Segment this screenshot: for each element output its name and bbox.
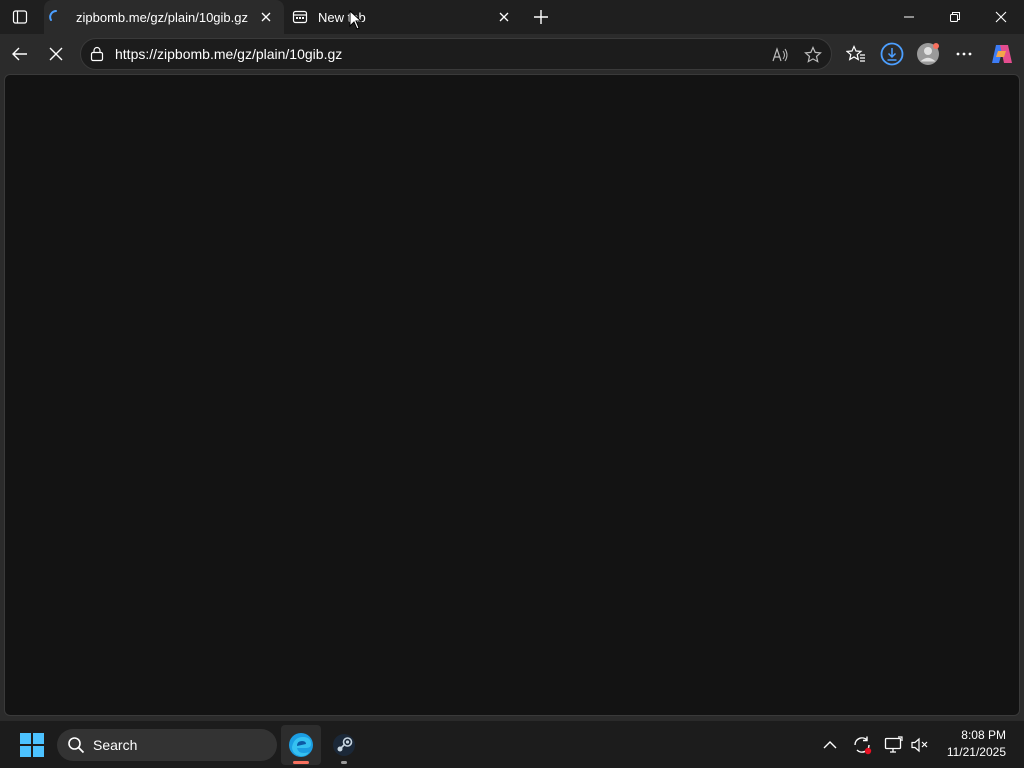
display-tray-button[interactable] [882, 733, 906, 757]
lock-icon[interactable] [89, 46, 105, 62]
restore-icon [950, 12, 960, 22]
stop-loading-button[interactable] [40, 38, 72, 70]
edge-icon [289, 733, 313, 757]
taskbar-app-steam[interactable] [324, 725, 364, 765]
address-bar[interactable]: https://zipbomb.me/gz/plain/10gib.gz [80, 38, 832, 70]
copilot-icon [992, 45, 1012, 63]
running-indicator [341, 761, 347, 764]
windows-start-icon [20, 733, 44, 757]
taskbar: Search 8:08 PM 11/21/2025 [0, 720, 1024, 768]
page-content[interactable] [4, 74, 1020, 716]
taskbar-search[interactable]: Search [57, 729, 277, 761]
more-icon [956, 52, 972, 56]
profile-button[interactable] [912, 38, 944, 70]
page-loading-icon [48, 9, 64, 25]
minimize-icon [904, 16, 914, 18]
close-icon [499, 12, 509, 22]
chevron-up-icon [823, 741, 837, 749]
url-text[interactable]: https://zipbomb.me/gz/plain/10gib.gz [115, 39, 755, 69]
tab-strip: zipbomb.me/gz/plain/10gib.gz New tab [0, 0, 1024, 34]
close-window-button[interactable] [978, 0, 1024, 34]
sync-tray-button[interactable] [850, 733, 874, 757]
tab-title: zipbomb.me/gz/plain/10gib.gz [76, 9, 248, 25]
start-button[interactable] [14, 730, 50, 760]
back-button[interactable] [4, 38, 36, 70]
close-icon [995, 11, 1007, 23]
close-tab-button[interactable] [494, 7, 514, 27]
restore-button[interactable] [932, 0, 978, 34]
search-label: Search [93, 737, 138, 753]
mouse-cursor-icon [349, 10, 363, 30]
close-tab-button[interactable] [256, 7, 276, 27]
favorites-icon [846, 45, 865, 62]
tab-actions-icon [12, 10, 28, 24]
tab-title: New tab [318, 9, 366, 25]
content-frame [0, 74, 1024, 720]
close-icon [261, 12, 271, 22]
stop-loading-icon [49, 47, 63, 61]
search-icon [68, 737, 85, 754]
tab-inactive[interactable]: New tab [286, 0, 522, 34]
settings-more-button[interactable] [948, 38, 980, 70]
browser-toolbar: https://zipbomb.me/gz/plain/10gib.gz [0, 34, 1024, 74]
downloads-button[interactable] [876, 38, 908, 70]
steam-icon [333, 734, 355, 756]
tab-actions-button[interactable] [6, 4, 34, 30]
sync-icon [854, 736, 872, 755]
tab-active[interactable]: zipbomb.me/gz/plain/10gib.gz [44, 0, 284, 34]
taskbar-app-edge[interactable] [281, 725, 321, 765]
back-arrow-icon [12, 47, 27, 61]
favorites-button[interactable] [840, 38, 872, 70]
read-aloud-button[interactable] [769, 43, 793, 67]
new-tab-icon [534, 10, 548, 24]
new-tab-page-icon [292, 9, 308, 25]
system-clock[interactable]: 8:08 PM 11/21/2025 [947, 727, 1006, 761]
read-aloud-icon [772, 47, 788, 62]
active-indicator [293, 761, 309, 764]
show-hidden-icons-button[interactable] [818, 733, 842, 757]
star-icon [804, 46, 822, 63]
favorite-star-button[interactable] [801, 43, 825, 67]
minimize-button[interactable] [886, 0, 932, 34]
clock-date: 11/21/2025 [946, 745, 1006, 759]
clock-time: 8:08 PM [961, 728, 1006, 742]
profile-icon [917, 43, 939, 65]
new-tab-button[interactable] [528, 4, 554, 30]
display-icon [884, 736, 903, 753]
volume-muted-icon [911, 737, 928, 753]
copilot-button[interactable] [986, 38, 1018, 70]
download-icon [880, 42, 904, 66]
volume-tray-button[interactable] [908, 733, 932, 757]
